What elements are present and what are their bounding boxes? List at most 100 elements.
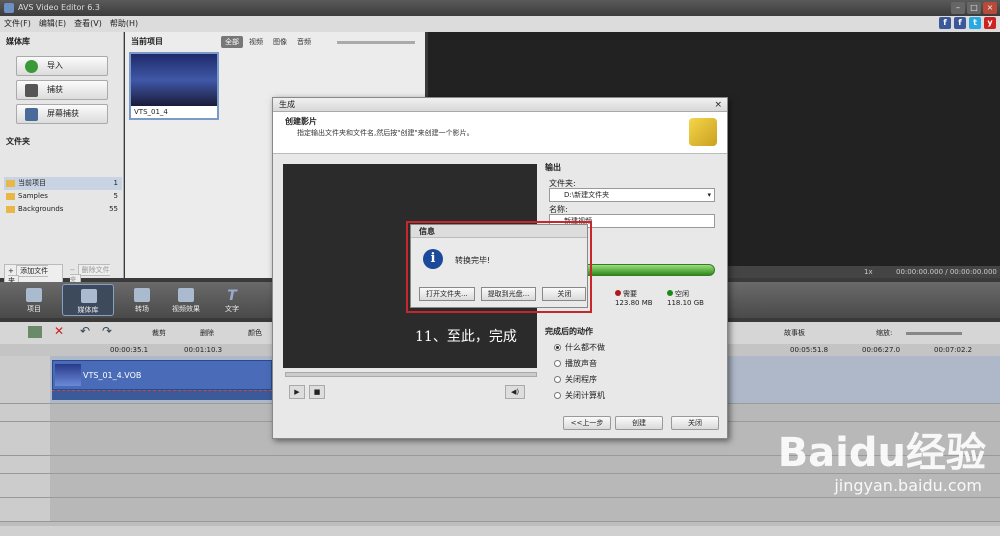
legend-item: 需要 123.80 MB — [615, 290, 653, 307]
app-title: AVS Video Editor 6.3 — [18, 3, 100, 12]
effects-icon — [178, 288, 194, 302]
window-controls: – □ × — [951, 2, 997, 14]
play-button[interactable]: ▶ — [289, 385, 305, 399]
avs-logo-icon — [689, 118, 717, 146]
media-library-panel: 媒体库 导入 捕获 屏幕捕获 文件夹 当前项目 1 Samples 5 Backgr… — [0, 32, 124, 288]
text-button[interactable]: T 文字 — [206, 284, 258, 316]
filter-audio[interactable]: 音频 — [293, 36, 315, 48]
project-button[interactable]: 项目 — [8, 284, 60, 316]
folders-title: 文件夹 — [6, 137, 30, 146]
ruler-mark: 00:06:27.0 — [862, 346, 901, 354]
project-icon — [26, 288, 42, 302]
menu-file[interactable]: 文件(F) — [4, 16, 31, 32]
youtube-icon[interactable]: y — [984, 17, 996, 29]
minimize-button[interactable]: – — [951, 2, 965, 14]
ruler-mark: 00:05:51.8 — [790, 346, 829, 354]
back-button[interactable]: <<上一步 — [563, 416, 611, 430]
capture-button[interactable]: 捕获 — [16, 80, 108, 100]
voice-track[interactable] — [50, 498, 1000, 522]
radio-shutdown[interactable]: 关闭计算机 — [554, 390, 605, 401]
redo-icon[interactable]: ↷ — [102, 324, 112, 338]
dialog-header-subtitle: 指定输出文件夹和文件名,然后按"创建"来创建一个影片。 — [297, 129, 474, 137]
step-caption: 11、至此，完成 — [415, 329, 517, 345]
dialog-close-button[interactable]: 关闭 — [671, 416, 719, 430]
app-titlebar: AVS Video Editor 6.3 — [0, 0, 1000, 16]
ruler-mark: 00:07:02.2 — [934, 346, 973, 354]
monitor-icon — [25, 108, 38, 121]
media-filter-tabs: 全部 视频 图像 音频 — [221, 36, 315, 48]
highlight-box — [406, 221, 592, 313]
thumbnail-size-slider[interactable] — [337, 41, 415, 44]
media-icon — [81, 289, 97, 303]
timeline-scrollbar[interactable] — [0, 526, 1000, 536]
folder-item[interactable]: Samples 5 — [4, 190, 122, 203]
ruler-mark: 00:00:35.1 — [110, 346, 149, 354]
transition-icon — [134, 288, 150, 302]
dialog-header-title: 创建影片 — [285, 117, 317, 126]
overlay-track-header — [0, 474, 50, 498]
facebook-page-icon[interactable]: f — [954, 17, 966, 29]
zoom-label: 缩放: — [876, 329, 893, 337]
effects-track-header — [0, 404, 50, 422]
app-icon — [4, 3, 14, 13]
legend-item: 空闲 118.10 GB — [667, 290, 704, 307]
time-readout: 00:00:00.000 / 00:00:00.000 — [896, 268, 997, 276]
twitter-icon[interactable]: t — [969, 17, 981, 29]
import-button[interactable]: 导入 — [16, 56, 108, 76]
folder-item[interactable]: 当前项目 1 — [4, 177, 122, 190]
radio-do-nothing[interactable]: 什么都不做 — [554, 342, 605, 353]
filter-image[interactable]: 图像 — [269, 36, 291, 48]
thumbnail-caption: VTS_01_4 — [134, 108, 168, 116]
menu-edit[interactable]: 编辑(E) — [39, 16, 66, 32]
dialog-titlebar: 生成 × — [273, 98, 727, 112]
text-icon: T — [227, 288, 237, 304]
thumbnail-image — [131, 54, 217, 106]
video-effects-button[interactable]: 视频效果 — [160, 284, 212, 316]
color-button[interactable]: 颜色 — [248, 328, 262, 338]
audio-waveform — [52, 390, 272, 400]
zoom-slider[interactable] — [906, 332, 962, 335]
menu-help[interactable]: 帮助(H) — [110, 16, 138, 32]
voice-track-header — [0, 498, 50, 522]
folder-select[interactable]: D:\新建文件夹 ▾ — [549, 188, 715, 202]
close-window-button[interactable]: × — [983, 2, 997, 14]
menu-view[interactable]: 查看(V) — [74, 16, 102, 32]
media-library-button[interactable]: 媒体库 — [62, 284, 114, 316]
library-title: 媒体库 — [6, 37, 30, 46]
volume-button[interactable]: ◀) — [505, 385, 525, 399]
social-links: f f t y — [939, 17, 996, 29]
folder-item[interactable]: Backgrounds 55 — [4, 203, 122, 216]
dialog-title: 生成 — [279, 100, 295, 109]
radio-play-sound[interactable]: 播放声音 — [554, 358, 597, 369]
delete-icon[interactable]: ✕ — [54, 324, 64, 338]
undo-icon[interactable]: ↶ — [80, 324, 90, 338]
audio-track-header — [0, 422, 50, 456]
facebook-icon[interactable]: f — [939, 17, 951, 29]
radio-close-program[interactable]: 关闭程序 — [554, 374, 597, 385]
media-thumbnail[interactable]: VTS_01_4 — [129, 52, 219, 120]
video-track-header — [0, 356, 50, 404]
storyboard-button[interactable]: 故事板 — [784, 328, 805, 338]
add-icon[interactable] — [28, 326, 42, 338]
video-clip[interactable]: VTS_01_4.VOB — [52, 360, 272, 390]
text-track-header — [0, 456, 50, 474]
preview-progress[interactable] — [285, 372, 537, 377]
maximize-button[interactable]: □ — [967, 2, 981, 14]
watermark-url: jingyan.baidu.com — [834, 476, 982, 495]
screen-capture-button[interactable]: 屏幕捕获 — [16, 104, 108, 124]
clip-thumbnail — [55, 364, 81, 386]
delete-clip-button[interactable]: 删除 — [200, 328, 214, 338]
filter-all[interactable]: 全部 — [221, 36, 243, 48]
dialog-close-icon[interactable]: × — [714, 98, 722, 112]
filter-video[interactable]: 视频 — [245, 36, 267, 48]
trim-button[interactable]: 裁剪 — [152, 328, 166, 338]
chevron-down-icon: ▾ — [707, 191, 711, 199]
camera-icon — [25, 84, 38, 97]
output-title: 输出 — [545, 163, 561, 172]
dialog-header: 创建影片 指定输出文件夹和文件名,然后按"创建"来创建一个影片。 — [273, 112, 727, 154]
watermark-logo: Baidu经验 — [777, 430, 986, 476]
create-button[interactable]: 创建 — [615, 416, 663, 430]
playback-speed[interactable]: 1x — [864, 266, 873, 278]
ruler-mark: 00:01:10.3 — [184, 346, 223, 354]
stop-button[interactable]: ■ — [309, 385, 325, 399]
